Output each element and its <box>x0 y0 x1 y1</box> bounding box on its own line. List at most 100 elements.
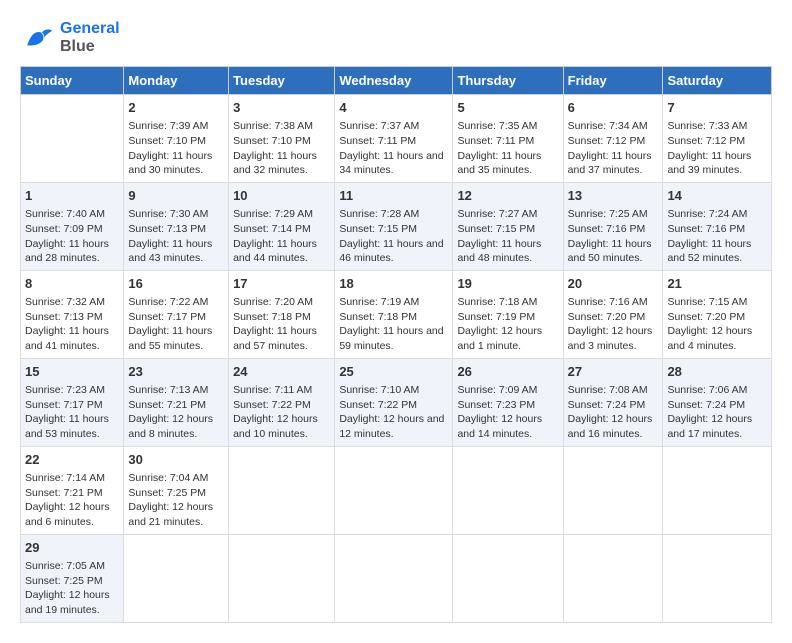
calendar-cell <box>229 534 335 622</box>
calendar-cell: 30 Sunrise: 7:04 AM Sunset: 7:25 PM Dayl… <box>124 446 229 534</box>
sunrise-text: Sunrise: 7:30 AM <box>128 208 208 220</box>
daylight-text: Daylight: 12 hours and 16 minutes. <box>568 413 653 440</box>
day-number: 12 <box>457 187 558 205</box>
calendar-cell: 10 Sunrise: 7:29 AM Sunset: 7:14 PM Dayl… <box>229 182 335 270</box>
calendar-cell <box>335 534 453 622</box>
cell-info: Sunrise: 7:06 AM Sunset: 7:24 PM Dayligh… <box>667 383 767 442</box>
sunrise-text: Sunrise: 7:40 AM <box>25 208 105 220</box>
sunset-text: Sunset: 7:11 PM <box>339 135 416 147</box>
cell-info: Sunrise: 7:30 AM Sunset: 7:13 PM Dayligh… <box>128 207 224 266</box>
sunrise-text: Sunrise: 7:08 AM <box>568 384 648 396</box>
sunrise-text: Sunrise: 7:29 AM <box>233 208 313 220</box>
calendar-cell: 17 Sunrise: 7:20 AM Sunset: 7:18 PM Dayl… <box>229 270 335 358</box>
calendar-cell: 20 Sunrise: 7:16 AM Sunset: 7:20 PM Dayl… <box>563 270 663 358</box>
sunrise-text: Sunrise: 7:35 AM <box>457 120 537 132</box>
calendar-week-row: 1 Sunrise: 7:40 AM Sunset: 7:09 PM Dayli… <box>21 182 772 270</box>
cell-info: Sunrise: 7:08 AM Sunset: 7:24 PM Dayligh… <box>568 383 659 442</box>
calendar-cell: 19 Sunrise: 7:18 AM Sunset: 7:19 PM Dayl… <box>453 270 563 358</box>
daylight-text: Daylight: 11 hours and 55 minutes. <box>128 325 212 352</box>
sunrise-text: Sunrise: 7:24 AM <box>667 208 747 220</box>
sunset-text: Sunset: 7:21 PM <box>128 399 206 411</box>
calendar-cell <box>563 446 663 534</box>
logo-text: General Blue <box>60 20 120 56</box>
cell-info: Sunrise: 7:05 AM Sunset: 7:25 PM Dayligh… <box>25 559 119 618</box>
daylight-text: Daylight: 11 hours and 50 minutes. <box>568 238 652 265</box>
sunset-text: Sunset: 7:13 PM <box>128 223 206 235</box>
calendar-cell: 24 Sunrise: 7:11 AM Sunset: 7:22 PM Dayl… <box>229 358 335 446</box>
header-wednesday: Wednesday <box>335 67 453 95</box>
calendar-cell: 9 Sunrise: 7:30 AM Sunset: 7:13 PM Dayli… <box>124 182 229 270</box>
calendar-cell <box>663 446 772 534</box>
day-number: 2 <box>128 99 224 117</box>
cell-info: Sunrise: 7:40 AM Sunset: 7:09 PM Dayligh… <box>25 207 119 266</box>
daylight-text: Daylight: 11 hours and 53 minutes. <box>25 413 109 440</box>
sunrise-text: Sunrise: 7:37 AM <box>339 120 419 132</box>
calendar-week-row: 8 Sunrise: 7:32 AM Sunset: 7:13 PM Dayli… <box>21 270 772 358</box>
sunrise-text: Sunrise: 7:06 AM <box>667 384 747 396</box>
daylight-text: Daylight: 12 hours and 14 minutes. <box>457 413 542 440</box>
calendar-cell: 4 Sunrise: 7:37 AM Sunset: 7:11 PM Dayli… <box>335 95 453 183</box>
daylight-text: Daylight: 12 hours and 17 minutes. <box>667 413 752 440</box>
cell-info: Sunrise: 7:24 AM Sunset: 7:16 PM Dayligh… <box>667 207 767 266</box>
sunset-text: Sunset: 7:25 PM <box>25 575 103 587</box>
sunrise-text: Sunrise: 7:39 AM <box>128 120 208 132</box>
sunrise-text: Sunrise: 7:28 AM <box>339 208 419 220</box>
sunset-text: Sunset: 7:15 PM <box>339 223 417 235</box>
header-friday: Friday <box>563 67 663 95</box>
sunrise-text: Sunrise: 7:20 AM <box>233 296 313 308</box>
daylight-text: Daylight: 11 hours and 39 minutes. <box>667 150 751 177</box>
day-number: 9 <box>128 187 224 205</box>
sunset-text: Sunset: 7:11 PM <box>457 135 534 147</box>
calendar-cell: 12 Sunrise: 7:27 AM Sunset: 7:15 PM Dayl… <box>453 182 563 270</box>
sunrise-text: Sunrise: 7:19 AM <box>339 296 419 308</box>
sunrise-text: Sunrise: 7:16 AM <box>568 296 648 308</box>
day-number: 8 <box>25 275 119 293</box>
daylight-text: Daylight: 11 hours and 52 minutes. <box>667 238 751 265</box>
day-number: 19 <box>457 275 558 293</box>
calendar-week-row: 29 Sunrise: 7:05 AM Sunset: 7:25 PM Dayl… <box>21 534 772 622</box>
daylight-text: Daylight: 12 hours and 3 minutes. <box>568 325 653 352</box>
cell-info: Sunrise: 7:22 AM Sunset: 7:17 PM Dayligh… <box>128 295 224 354</box>
cell-info: Sunrise: 7:25 AM Sunset: 7:16 PM Dayligh… <box>568 207 659 266</box>
daylight-text: Daylight: 11 hours and 57 minutes. <box>233 325 317 352</box>
daylight-text: Daylight: 11 hours and 59 minutes. <box>339 325 443 352</box>
logo-icon <box>20 20 56 56</box>
calendar-cell <box>453 534 563 622</box>
day-number: 20 <box>568 275 659 293</box>
calendar-cell: 26 Sunrise: 7:09 AM Sunset: 7:23 PM Dayl… <box>453 358 563 446</box>
sunset-text: Sunset: 7:12 PM <box>568 135 646 147</box>
daylight-text: Daylight: 11 hours and 34 minutes. <box>339 150 443 177</box>
calendar-cell: 29 Sunrise: 7:05 AM Sunset: 7:25 PM Dayl… <box>21 534 124 622</box>
cell-info: Sunrise: 7:15 AM Sunset: 7:20 PM Dayligh… <box>667 295 767 354</box>
calendar-week-row: 22 Sunrise: 7:14 AM Sunset: 7:21 PM Dayl… <box>21 446 772 534</box>
sunrise-text: Sunrise: 7:09 AM <box>457 384 537 396</box>
sunrise-text: Sunrise: 7:34 AM <box>568 120 648 132</box>
day-number: 21 <box>667 275 767 293</box>
cell-info: Sunrise: 7:04 AM Sunset: 7:25 PM Dayligh… <box>128 471 224 530</box>
day-number: 13 <box>568 187 659 205</box>
cell-info: Sunrise: 7:16 AM Sunset: 7:20 PM Dayligh… <box>568 295 659 354</box>
day-number: 28 <box>667 363 767 381</box>
cell-info: Sunrise: 7:32 AM Sunset: 7:13 PM Dayligh… <box>25 295 119 354</box>
calendar-cell: 8 Sunrise: 7:32 AM Sunset: 7:13 PM Dayli… <box>21 270 124 358</box>
sunset-text: Sunset: 7:18 PM <box>233 311 311 323</box>
daylight-text: Daylight: 12 hours and 21 minutes. <box>128 501 213 528</box>
page-header: General Blue <box>20 20 772 56</box>
sunrise-text: Sunrise: 7:22 AM <box>128 296 208 308</box>
calendar-cell: 14 Sunrise: 7:24 AM Sunset: 7:16 PM Dayl… <box>663 182 772 270</box>
cell-info: Sunrise: 7:34 AM Sunset: 7:12 PM Dayligh… <box>568 119 659 178</box>
day-number: 30 <box>128 451 224 469</box>
sunrise-text: Sunrise: 7:13 AM <box>128 384 208 396</box>
day-number: 25 <box>339 363 448 381</box>
day-number: 14 <box>667 187 767 205</box>
sunrise-text: Sunrise: 7:04 AM <box>128 472 208 484</box>
daylight-text: Daylight: 11 hours and 35 minutes. <box>457 150 541 177</box>
day-number: 23 <box>128 363 224 381</box>
sunset-text: Sunset: 7:14 PM <box>233 223 311 235</box>
day-number: 15 <box>25 363 119 381</box>
calendar-header-row: Sunday Monday Tuesday Wednesday Thursday… <box>21 67 772 95</box>
calendar-cell: 28 Sunrise: 7:06 AM Sunset: 7:24 PM Dayl… <box>663 358 772 446</box>
day-number: 27 <box>568 363 659 381</box>
calendar-cell <box>563 534 663 622</box>
daylight-text: Daylight: 12 hours and 8 minutes. <box>128 413 213 440</box>
